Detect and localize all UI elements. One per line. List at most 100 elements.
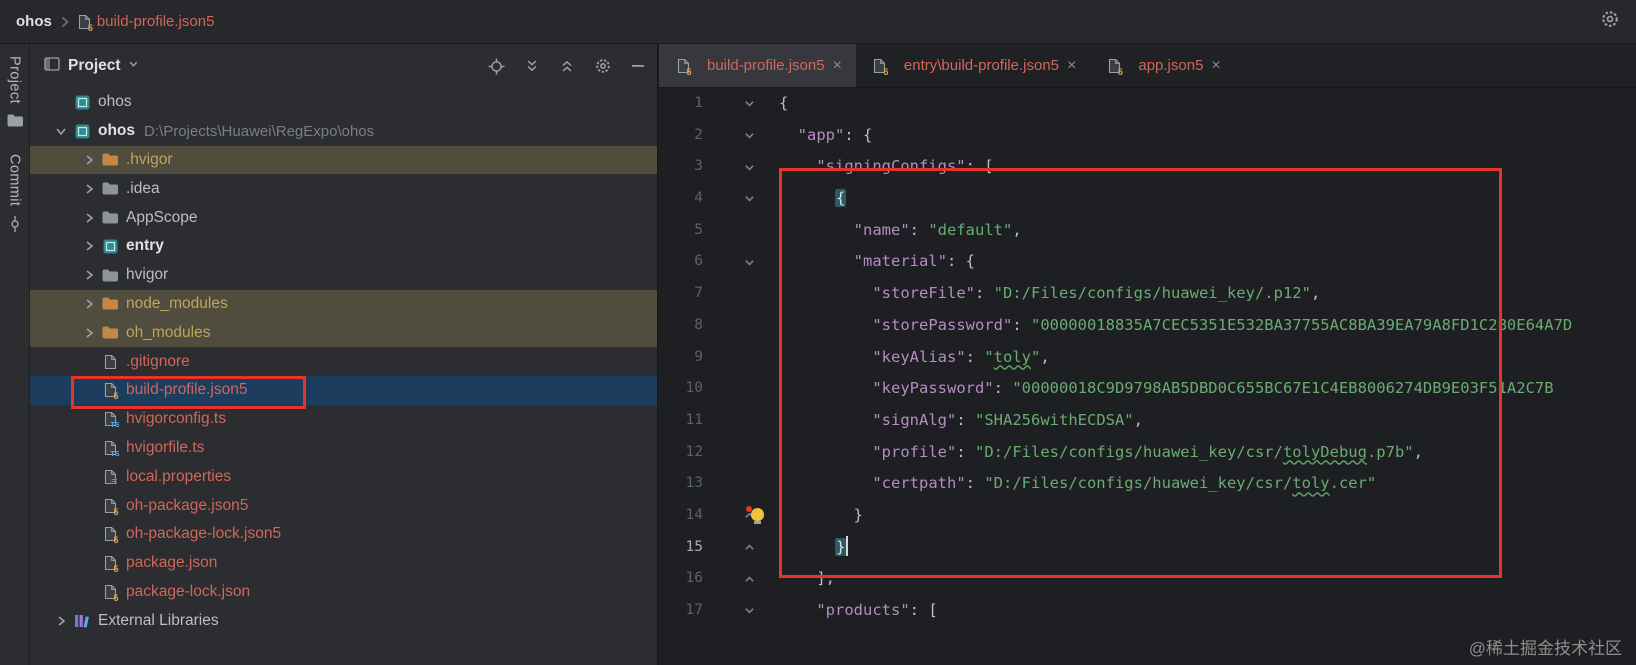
line-number: 10	[685, 380, 703, 397]
breadcrumb-project[interactable]: ohos	[16, 13, 52, 30]
json5-icon: 5	[100, 382, 120, 401]
tab-build-profile-json5[interactable]: 5 build-profile.json5 ×	[659, 44, 856, 87]
fold-down-icon[interactable]	[719, 246, 779, 278]
line-number: 13	[685, 475, 703, 492]
fold-down-icon[interactable]	[719, 151, 779, 183]
tree-item-package-lock-json[interactable]: 5 package-lock.json	[30, 578, 657, 607]
chevron-right-icon[interactable]	[78, 297, 100, 311]
tree-item-label: entry	[126, 237, 164, 255]
chevron-right-icon[interactable]	[78, 326, 100, 340]
line-number: 16	[685, 570, 703, 587]
tree-item-oh-package-lock-json5[interactable]: 5 oh-package-lock.json5	[30, 520, 657, 549]
code-text[interactable]: }	[779, 532, 1636, 564]
locate-icon[interactable]	[488, 58, 505, 75]
fold-up-icon[interactable]	[719, 500, 779, 532]
settings-icon[interactable]	[594, 57, 612, 75]
tree-item-label: package.json	[126, 554, 218, 572]
tree-item-appscope[interactable]: AppScope	[30, 203, 657, 232]
tool-button-project[interactable]: Project	[7, 56, 23, 132]
code-line-17: 17 "products": [	[659, 595, 1636, 627]
code-text[interactable]: "certpath": "D:/Files/configs/huawei_key…	[779, 468, 1636, 500]
folder-icon	[100, 211, 120, 224]
json5-file-icon: 5	[78, 14, 93, 33]
chevron-right-icon[interactable]	[78, 182, 100, 196]
code-text[interactable]: "signAlg": "SHA256withECDSA",	[779, 405, 1636, 437]
chevron-right-icon[interactable]	[78, 268, 100, 282]
tree-item-label: hvigorconfig.ts	[126, 410, 226, 428]
fold-up-icon[interactable]	[719, 563, 779, 595]
tree-item-build-profile-json5[interactable]: 5 build-profile.json5	[30, 375, 657, 405]
tree-item-hvigorfile-ts[interactable]: TS hvigorfile.ts	[30, 434, 657, 463]
tree-item-ohos[interactable]: ohos	[30, 88, 657, 117]
code-line-6: 6 "material": {	[659, 246, 1636, 278]
tree-item-label: oh-package-lock.json5	[126, 525, 282, 543]
code-text[interactable]: "storeFile": "D:/Files/configs/huawei_ke…	[779, 278, 1636, 310]
editor-tabs: 5 build-profile.json5 × 5 entry\build-profil…	[659, 44, 1636, 88]
tree-item-entry[interactable]: entry	[30, 232, 657, 261]
code-text[interactable]: ],	[779, 563, 1636, 595]
code-text[interactable]: }	[779, 500, 1636, 532]
tree-item-ohos[interactable]: ohos D:\Projects\Huawei\RegExpo\ohos	[30, 117, 657, 146]
tree-item-hvigorconfig-ts[interactable]: TS hvigorconfig.ts	[30, 405, 657, 434]
tree-item-package-json[interactable]: 5 package.json	[30, 549, 657, 578]
fold-down-icon[interactable]	[719, 183, 779, 215]
fold-down-icon[interactable]	[719, 120, 779, 152]
tool-button-commit[interactable]: Commit	[7, 154, 23, 237]
chevron-right-icon[interactable]	[78, 153, 100, 167]
hide-icon[interactable]	[631, 59, 645, 73]
json5-icon: 5	[100, 584, 120, 603]
module-icon	[72, 124, 92, 139]
code-text[interactable]: "products": [	[779, 595, 1636, 627]
code-text[interactable]: "material": {	[779, 246, 1636, 278]
collapse-all-icon[interactable]	[559, 58, 575, 74]
fold-up-icon[interactable]	[719, 532, 779, 564]
code-text[interactable]: {	[779, 183, 1636, 215]
code-text[interactable]: "signingConfigs": [	[779, 151, 1636, 183]
tab-close-icon[interactable]: ×	[1067, 57, 1076, 74]
code-text[interactable]: "profile": "D:/Files/configs/huawei_key/…	[779, 437, 1636, 469]
tree-item-oh-package-json5[interactable]: 5 oh-package.json5	[30, 491, 657, 520]
tree-item-hvigor[interactable]: hvigor	[30, 261, 657, 290]
line-number: 5	[694, 221, 703, 238]
line-number: 11	[685, 411, 703, 428]
code-text[interactable]: "name": "default",	[779, 215, 1636, 247]
settings-gear-icon[interactable]	[1600, 9, 1620, 34]
chevron-down-icon[interactable]	[127, 57, 140, 75]
code-text[interactable]: "storePassword": "00000018835A7CEC5351E5…	[779, 310, 1636, 342]
chevron-right-icon[interactable]	[78, 211, 100, 225]
project-panel-title[interactable]: Project	[68, 57, 121, 75]
expand-all-icon[interactable]	[524, 58, 540, 74]
intention-bulb-icon[interactable]	[746, 505, 764, 524]
code-text[interactable]: "app": {	[779, 120, 1636, 152]
fold-down-icon[interactable]	[719, 595, 779, 627]
chevron-down-icon[interactable]	[50, 124, 72, 138]
tree-item-hvigor[interactable]: .hvigor	[30, 145, 657, 175]
tree-item-idea[interactable]: .idea	[30, 174, 657, 203]
tree-item-node-modules[interactable]: node_modules	[30, 289, 657, 319]
chevron-right-icon[interactable]	[50, 614, 72, 628]
tree-item-label: package-lock.json	[126, 582, 251, 600]
tree-item-path: D:\Projects\Huawei\RegExpo\ohos	[144, 122, 375, 140]
fold-down-icon[interactable]	[719, 88, 779, 120]
tree-item-external-libraries[interactable]: External Libraries	[30, 606, 657, 635]
tree-item-local-properties[interactable]: ≡ local.properties	[30, 462, 657, 491]
folder-ex-icon	[100, 153, 120, 166]
tree-item-gitignore[interactable]: .gitignore	[30, 347, 657, 376]
folder-icon	[100, 182, 120, 195]
code-text[interactable]: "keyAlias": "toly",	[779, 342, 1636, 374]
code-text[interactable]: {	[779, 88, 1636, 120]
tree-item-label: local.properties	[126, 467, 232, 485]
code-text[interactable]: "keyPassword": "00000018C9D9798AB5DBD0C6…	[779, 373, 1636, 405]
json5-icon: 5	[100, 555, 120, 574]
tree-item-oh-modules[interactable]: oh_modules	[30, 318, 657, 348]
code-line-7: 7 "storeFile": "D:/Files/configs/huawei_…	[659, 278, 1636, 310]
chevron-right-icon[interactable]	[78, 239, 100, 253]
tab-app-json5[interactable]: 5 app.json5 ×	[1090, 44, 1234, 87]
tab-close-icon[interactable]: ×	[1211, 57, 1220, 74]
tab-close-icon[interactable]: ×	[833, 57, 842, 74]
tab-entry-build-profile-json5[interactable]: 5 entry\build-profile.json5 ×	[856, 44, 1090, 87]
breadcrumb-file[interactable]: build-profile.json5	[97, 13, 215, 30]
